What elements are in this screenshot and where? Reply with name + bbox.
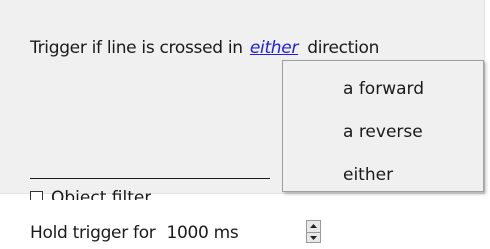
dropdown-item-reverse[interactable]: a reverse (343, 122, 423, 142)
trigger-direction-line: Trigger if line is crossed in either dir… (30, 38, 379, 58)
arrow-up-icon (310, 224, 317, 229)
separator-line (30, 178, 270, 179)
dropdown-item-either[interactable]: either (343, 165, 393, 185)
hold-trigger-row: Hold trigger for 1000 ms (30, 223, 239, 243)
object-filter-checkbox[interactable] (30, 191, 43, 200)
spinner-up-button[interactable] (307, 221, 320, 232)
spinner-down-button[interactable] (307, 231, 320, 244)
object-filter-label: Object filter (51, 188, 152, 200)
hold-duration-spinner[interactable] (306, 220, 321, 243)
trigger-prefix-text: Trigger if line is crossed in (30, 38, 243, 58)
hold-duration-value[interactable]: 1000 ms (167, 223, 239, 243)
direction-dropdown-menu: a forward a reverse either (282, 60, 484, 192)
dropdown-item-forward[interactable]: a forward (343, 79, 424, 99)
trigger-suffix-text: direction (307, 38, 380, 58)
direction-link[interactable]: either (250, 38, 299, 58)
arrow-down-icon (310, 235, 317, 240)
object-filter-row: Object filter (30, 188, 151, 200)
hold-trigger-label: Hold trigger for (30, 223, 156, 243)
